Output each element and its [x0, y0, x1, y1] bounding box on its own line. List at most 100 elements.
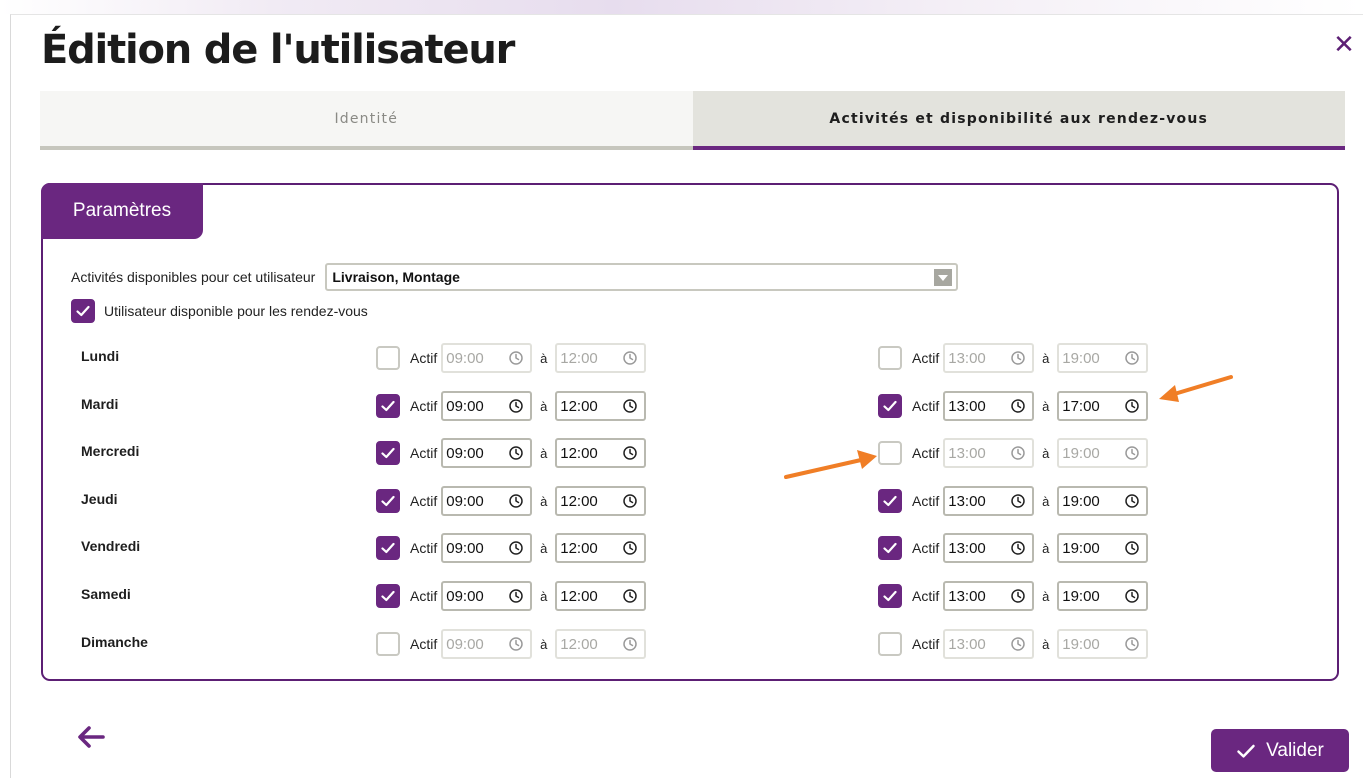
clock-icon[interactable] — [1010, 493, 1026, 509]
afternoon-end-time-input[interactable]: 19:00 — [1057, 629, 1149, 659]
clock-icon[interactable] — [1124, 636, 1140, 652]
afternoon-start-time-input[interactable]: 13:00 — [943, 581, 1035, 611]
tab-identite[interactable]: Identité — [40, 91, 693, 150]
clock-icon[interactable] — [622, 493, 638, 509]
morning-start-time-input[interactable]: 09:00 — [441, 581, 533, 611]
clock-icon[interactable] — [1124, 350, 1140, 366]
time-value: 19:00 — [1062, 492, 1100, 510]
morning-slot: Actif 09:00 à 12:00 — [376, 629, 647, 659]
clock-icon[interactable] — [622, 540, 638, 556]
clock-icon[interactable] — [1124, 445, 1140, 461]
clock-icon[interactable] — [622, 588, 638, 604]
afternoon-active-checkbox[interactable] — [878, 394, 902, 418]
activities-label: Activités disponibles pour cet utilisate… — [71, 269, 316, 285]
clock-icon[interactable] — [622, 445, 638, 461]
morning-start-time-input[interactable]: 09:00 — [441, 533, 533, 563]
time-value: 12:00 — [560, 444, 598, 462]
actif-label: Actif — [912, 350, 940, 366]
morning-active-checkbox[interactable] — [376, 346, 400, 370]
morning-active-checkbox[interactable] — [376, 632, 400, 656]
morning-end-time-input[interactable]: 12:00 — [555, 438, 647, 468]
clock-icon[interactable] — [622, 350, 638, 366]
available-checkbox[interactable] — [71, 299, 95, 323]
afternoon-slot: Actif 13:00 à 19:00 — [878, 629, 1149, 659]
clock-icon[interactable] — [508, 350, 524, 366]
morning-end-time-input[interactable]: 12:00 — [555, 629, 647, 659]
clock-icon[interactable] — [1010, 540, 1026, 556]
afternoon-active-checkbox[interactable] — [878, 584, 902, 608]
clock-icon[interactable] — [1010, 398, 1026, 414]
to-label: à — [1042, 445, 1050, 461]
afternoon-end-time-input[interactable]: 19:00 — [1057, 486, 1149, 516]
clock-icon[interactable] — [1010, 445, 1026, 461]
afternoon-end-time-input[interactable]: 19:00 — [1057, 533, 1149, 563]
afternoon-active-checkbox[interactable] — [878, 632, 902, 656]
afternoon-start-time-input[interactable]: 13:00 — [943, 533, 1035, 563]
afternoon-active-checkbox[interactable] — [878, 489, 902, 513]
background-decoration — [0, 0, 1363, 14]
afternoon-end-time-input[interactable]: 17:00 — [1057, 391, 1149, 421]
clock-icon[interactable] — [1124, 398, 1140, 414]
clock-icon[interactable] — [508, 398, 524, 414]
activities-select[interactable]: Livraison, Montage — [325, 263, 959, 291]
chevron-down-icon[interactable] — [934, 269, 953, 286]
clock-icon[interactable] — [508, 588, 524, 604]
actif-label: Actif — [912, 445, 940, 461]
clock-icon[interactable] — [1124, 540, 1140, 556]
afternoon-start-time-input[interactable]: 13:00 — [943, 629, 1035, 659]
to-label: à — [540, 445, 548, 461]
clock-icon[interactable] — [1124, 588, 1140, 604]
actif-label: Actif — [912, 493, 940, 509]
check-icon — [381, 542, 395, 554]
morning-start-time-input[interactable]: 09:00 — [441, 438, 533, 468]
clock-icon[interactable] — [622, 398, 638, 414]
clock-icon[interactable] — [1010, 350, 1026, 366]
to-label: à — [1042, 636, 1050, 652]
time-value: 12:00 — [560, 587, 598, 605]
afternoon-start-time-input[interactable]: 13:00 — [943, 343, 1035, 373]
morning-active-checkbox[interactable] — [376, 489, 400, 513]
close-icon[interactable]: ✕ — [1333, 31, 1355, 57]
morning-active-checkbox[interactable] — [376, 441, 400, 465]
day-name: Lundi — [81, 348, 120, 364]
tab-activites-disponibilite[interactable]: Activités et disponibilité aux rendez-vo… — [692, 91, 1345, 150]
clock-icon[interactable] — [508, 445, 524, 461]
validate-button[interactable]: Valider — [1211, 729, 1349, 772]
clock-icon[interactable] — [508, 540, 524, 556]
morning-start-time-input[interactable]: 09:00 — [441, 486, 533, 516]
actif-label: Actif — [912, 636, 940, 652]
afternoon-active-checkbox[interactable] — [878, 346, 902, 370]
morning-active-checkbox[interactable] — [376, 584, 400, 608]
panel-header: Paramètres — [41, 183, 203, 239]
afternoon-start-time-input[interactable]: 13:00 — [943, 486, 1035, 516]
morning-end-time-input[interactable]: 12:00 — [555, 391, 647, 421]
clock-icon[interactable] — [1010, 588, 1026, 604]
morning-end-time-input[interactable]: 12:00 — [555, 343, 647, 373]
morning-end-time-input[interactable]: 12:00 — [555, 533, 647, 563]
afternoon-end-time-input[interactable]: 19:00 — [1057, 343, 1149, 373]
clock-icon[interactable] — [1124, 493, 1140, 509]
morning-end-time-input[interactable]: 12:00 — [555, 581, 647, 611]
morning-end-time-input[interactable]: 12:00 — [555, 486, 647, 516]
afternoon-start-time-input[interactable]: 13:00 — [943, 391, 1035, 421]
morning-start-time-input[interactable]: 09:00 — [441, 629, 533, 659]
clock-icon[interactable] — [622, 636, 638, 652]
morning-start-time-input[interactable]: 09:00 — [441, 343, 533, 373]
morning-active-checkbox[interactable] — [376, 536, 400, 560]
actif-label: Actif — [912, 588, 940, 604]
afternoon-end-time-input[interactable]: 19:00 — [1057, 438, 1149, 468]
afternoon-active-checkbox[interactable] — [878, 441, 902, 465]
to-label: à — [540, 588, 548, 604]
clock-icon[interactable] — [508, 636, 524, 652]
arrow-left-icon[interactable] — [77, 725, 105, 749]
afternoon-start-time-input[interactable]: 13:00 — [943, 438, 1035, 468]
time-value: 09:00 — [446, 539, 484, 557]
afternoon-end-time-input[interactable]: 19:00 — [1057, 581, 1149, 611]
morning-start-time-input[interactable]: 09:00 — [441, 391, 533, 421]
afternoon-active-checkbox[interactable] — [878, 536, 902, 560]
time-value: 19:00 — [1062, 635, 1100, 653]
day-name: Vendredi — [81, 538, 141, 554]
clock-icon[interactable] — [508, 493, 524, 509]
clock-icon[interactable] — [1010, 636, 1026, 652]
morning-active-checkbox[interactable] — [376, 394, 400, 418]
